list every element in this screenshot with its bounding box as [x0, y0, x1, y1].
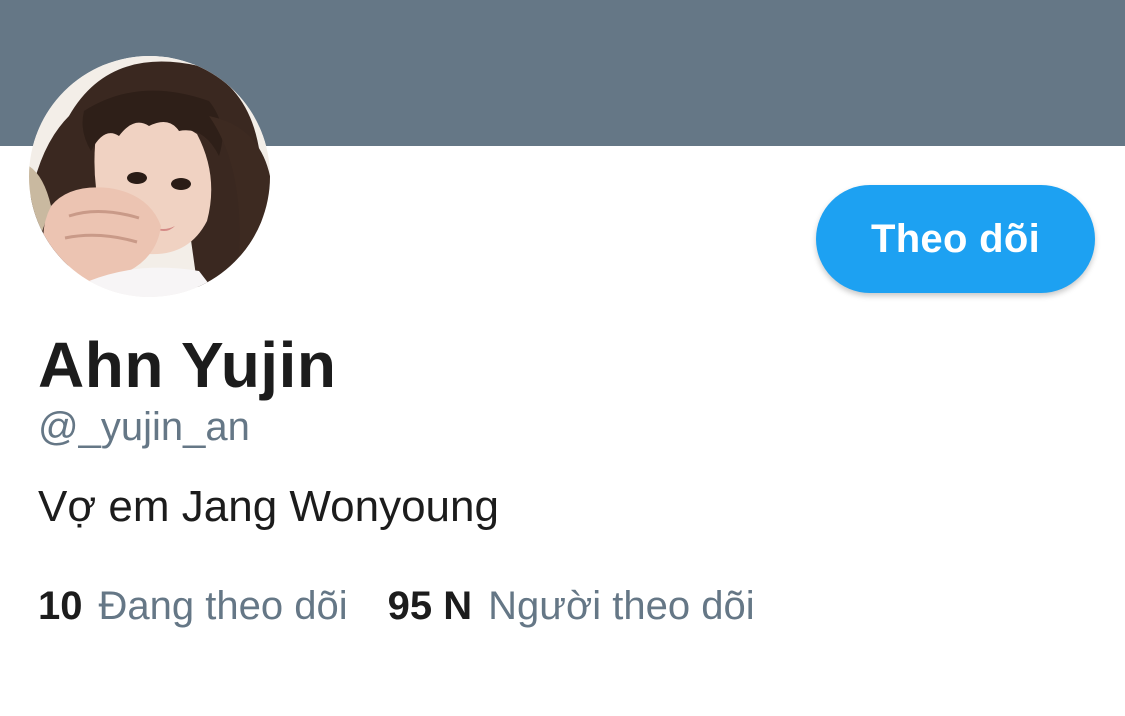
followers-count: 95 N: [387, 584, 473, 628]
profile-card: Theo dõi Ahn Yujin @_yujin_an Vợ em Jang…: [0, 0, 1125, 716]
followers-stat[interactable]: 95 N Người theo dõi: [388, 584, 755, 629]
followers-label: Người theo dõi: [488, 584, 755, 628]
username-handle: @_yujin_an: [38, 405, 250, 449]
avatar[interactable]: [29, 56, 270, 297]
following-stat[interactable]: 10 Đang theo dõi: [38, 584, 348, 629]
following-label: Đang theo dõi: [98, 584, 348, 628]
profile-bio: Vợ em Jang Wonyoung: [38, 482, 499, 531]
follow-stats: 10 Đang theo dõi 95 N Người theo dõi: [38, 584, 755, 629]
follow-button[interactable]: Theo dõi: [816, 185, 1095, 293]
display-name: Ahn Yujin: [38, 329, 337, 401]
profile-photo-icon: [29, 56, 270, 297]
following-count: 10: [38, 584, 83, 628]
